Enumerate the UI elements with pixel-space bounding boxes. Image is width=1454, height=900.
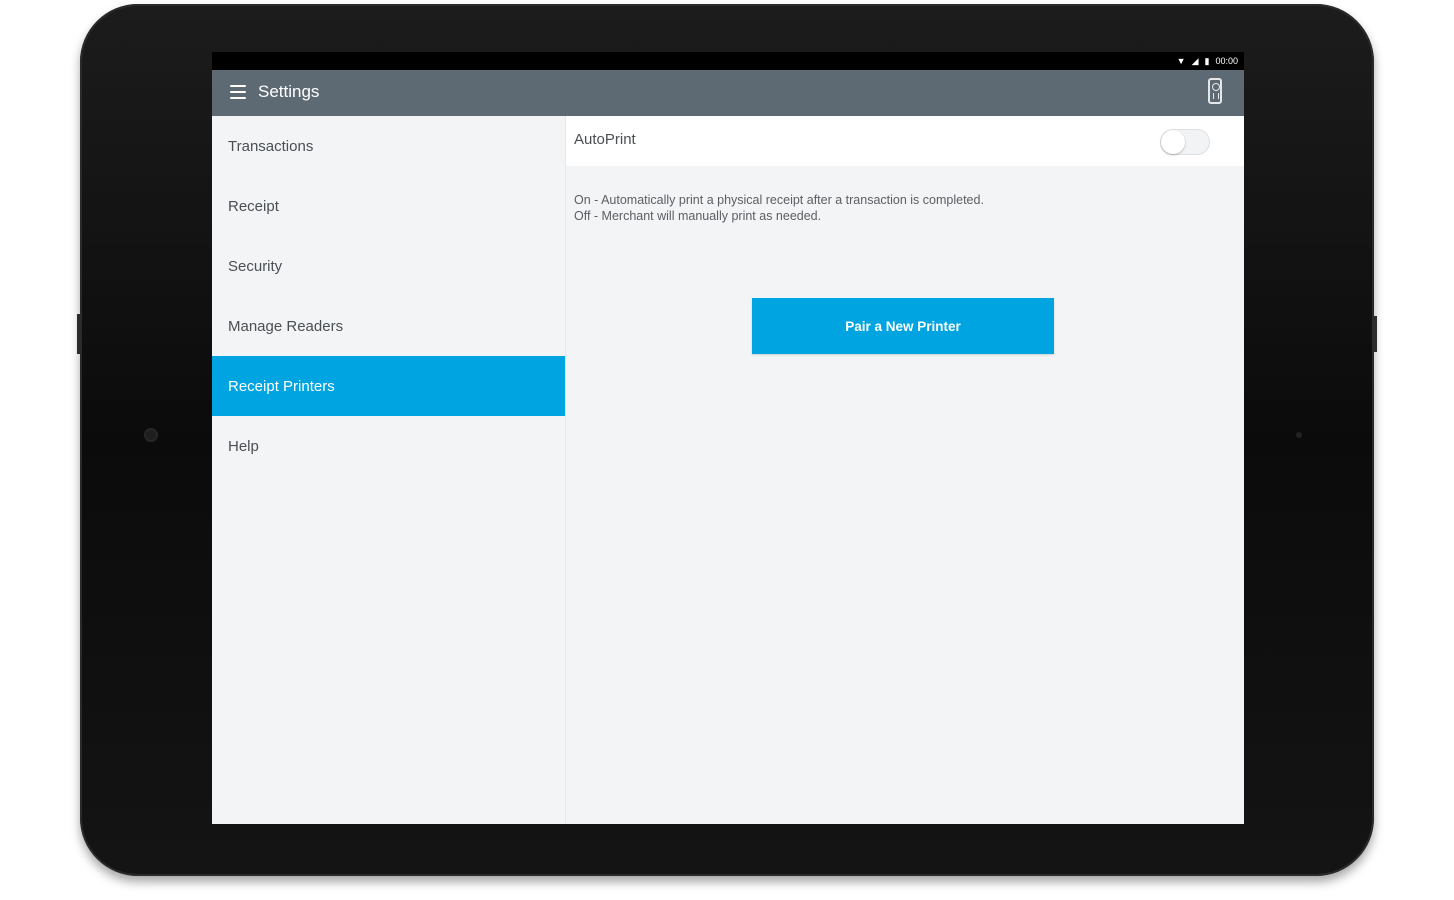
status-bar: ▼ ◢ ▮ 00:00 — [212, 52, 1244, 70]
sidebar-item-label: Help — [228, 437, 259, 455]
autoprint-toggle[interactable] — [1160, 129, 1210, 155]
autoprint-row: AutoPrint — [566, 116, 1244, 166]
sidebar-item-label: Manage Readers — [228, 317, 344, 335]
autoprint-description: On - Automatically print a physical rece… — [574, 192, 984, 224]
device-screen: ▼ ◢ ▮ 00:00 Settings Transactions Receip… — [212, 52, 1244, 824]
sidebar-item-label: Receipt — [228, 197, 279, 215]
status-time: 00:00 — [1215, 56, 1238, 66]
autoprint-label: AutoPrint — [574, 131, 636, 148]
hamburger-menu-icon[interactable] — [230, 85, 246, 99]
front-camera — [144, 428, 158, 442]
signal-icon: ◢ — [1191, 55, 1199, 66]
page-title: Settings — [258, 82, 320, 101]
sidebar-item-label: Security — [228, 257, 283, 275]
settings-sidebar: Transactions Receipt Security Manage Rea… — [212, 116, 566, 824]
sidebar-item-help[interactable]: Help — [212, 416, 565, 476]
sidebar-item-security[interactable]: Security — [212, 236, 565, 296]
description-off-line: Off - Merchant will manually print as ne… — [574, 209, 822, 223]
sidebar-item-manage-readers[interactable]: Manage Readers — [212, 296, 565, 356]
light-sensor — [1296, 432, 1302, 438]
sidebar-item-label: Transactions — [228, 137, 314, 155]
sidebar-item-receipt[interactable]: Receipt — [212, 176, 565, 236]
app-bar: Settings — [212, 70, 1244, 116]
power-button — [1373, 316, 1377, 352]
sidebar-item-label: Receipt Printers — [228, 377, 335, 395]
pair-new-printer-button[interactable]: Pair a New Printer — [752, 298, 1054, 354]
description-on-line: On - Automatically print a physical rece… — [574, 193, 984, 207]
battery-icon: ▮ — [1204, 55, 1210, 66]
toggle-knob — [1161, 130, 1185, 154]
sidebar-item-transactions[interactable]: Transactions — [212, 116, 565, 176]
wifi-icon: ▼ — [1176, 55, 1186, 66]
sidebar-item-receipt-printers[interactable]: Receipt Printers — [212, 356, 565, 416]
volume-button — [77, 314, 81, 354]
settings-content: AutoPrint On - Automatically print a phy… — [566, 116, 1244, 824]
card-reader-icon[interactable] — [1208, 78, 1222, 104]
